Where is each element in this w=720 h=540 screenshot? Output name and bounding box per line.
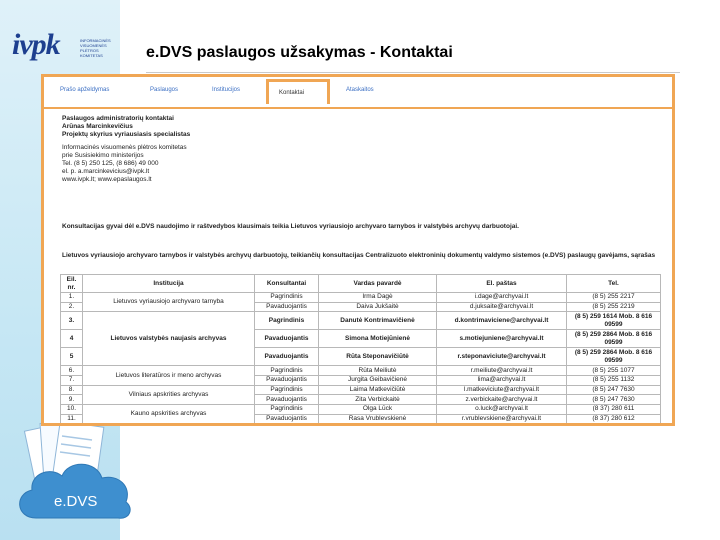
cell-phone: (8 5) 259 2864 Mob. 8 616 09599	[566, 329, 661, 349]
cell-institution: Lietuvos literatūros ir meno archyvas	[82, 365, 255, 386]
cell-nr: 9.	[60, 394, 83, 406]
cell-nr: 11.	[60, 413, 83, 423]
cell-email[interactable]: i.dage@archyvai.lt	[436, 292, 567, 303]
cell-role: Pagrindinis	[254, 292, 319, 303]
cell-nr: 2.	[60, 301, 83, 313]
cell-name: Zita Verbickaitė	[318, 394, 437, 406]
cell-institution: Kauno apskrities archyvas	[82, 404, 255, 423]
ivpk-logo: ivpk INFORMACINĖS VISUOMENĖS PLĖTROS KOM…	[12, 28, 112, 68]
cell-email[interactable]: s.motiejuniene@archyvai.lt	[436, 329, 567, 349]
cell-nr: 3.	[60, 311, 83, 331]
cell-name: Irma Dagė	[318, 292, 437, 303]
table-row: 8. Vilniaus apskrities archyvas Pagrindi…	[60, 384, 661, 406]
cell-role: Pavaduojantis	[254, 301, 319, 313]
cell-nr: 5	[60, 347, 83, 367]
cell-email[interactable]: r.vrublevskiene@archyvai.lt	[436, 413, 567, 423]
cell-phone: (8 5) 259 2864 Mob. 8 616 09599	[566, 347, 661, 367]
table-row: 3. Lietuvos valstybės naujasis archyvas …	[60, 311, 661, 367]
cell-email[interactable]: z.verbickaite@archyvai.lt	[436, 394, 567, 406]
logo-wordmark: ivpk	[12, 28, 61, 61]
cell-phone: (8 5) 255 1077	[566, 365, 661, 377]
cell-phone: (8 5) 259 1614 Mob. 8 616 09599	[566, 311, 661, 331]
cell-phone: (8 5) 247 7630	[566, 394, 661, 406]
header-nr: Eil. nr.	[60, 274, 83, 293]
cloud-label: e.DVS	[54, 493, 97, 510]
table-header-row: Eil. nr. Institucija Konsultantai Vardas…	[60, 274, 661, 293]
cell-nr: 6.	[60, 365, 83, 377]
contact-phone: Tel. (8 5) 250 125, (8 686) 49 000	[62, 160, 159, 168]
contact-org-line1: Informacinės visuomenės plėtros komiteta…	[62, 143, 187, 151]
cell-phone: (8 5) 255 2219	[566, 301, 661, 313]
slide-title: e.DVS paslaugos užsakymas - Kontaktai	[146, 44, 453, 61]
cell-email[interactable]: d.juksaite@archyvai.lt	[436, 301, 567, 313]
table-row: 10. Kauno apskrities archyvas Pagrindini…	[60, 404, 661, 423]
cell-role: Pagrindinis	[254, 311, 319, 331]
cell-role: Pagrindinis	[254, 365, 319, 377]
cell-institution: Vilniaus apskrities archyvas	[82, 384, 255, 406]
tab-institucijos[interactable]: Institucijos	[212, 87, 240, 93]
screenshot-frame: Prašo apželdymas Paslaugos Institucijos …	[41, 74, 675, 426]
header-phone: Tel.	[566, 274, 661, 293]
cell-name: Rasa Vrublevskienė	[318, 413, 437, 423]
cell-name: Rūta Meiliutė	[318, 365, 437, 377]
cell-name: Danutė Kontrimavičienė	[318, 311, 437, 331]
cell-email[interactable]: r.meiliute@archyvai.lt	[436, 365, 567, 377]
cell-name: Jurgita Geibavičienė	[318, 375, 437, 386]
cell-role: Pavaduojantis	[254, 394, 319, 406]
cell-institution: Lietuvos valstybės naujasis archyvas	[82, 311, 255, 367]
consultation-note: Konsultacijas gyvai dėl e.DVS naudojimo …	[62, 223, 519, 230]
header-institution: Institucija	[82, 274, 255, 293]
title-divider	[146, 72, 680, 73]
cell-nr: 1.	[60, 292, 83, 303]
cell-email[interactable]: r.steponaviciute@archyvai.lt	[436, 347, 567, 367]
contacts-heading: Paslaugos administratorių kontaktai	[62, 115, 174, 122]
table-row: 1. Lietuvos vyriausiojo archyvaro tarnyb…	[60, 291, 661, 313]
header-email: El. paštas	[436, 274, 567, 293]
contact-web-links[interactable]: www.ivpk.lt; www.epaslaugos.lt	[62, 176, 190, 184]
cell-email[interactable]: lima@archyvai.lt	[436, 375, 567, 386]
cell-phone: (8 37) 280 611	[566, 404, 661, 415]
cell-phone: (8 5) 255 2217	[566, 292, 661, 303]
contact-name: Arūnas Marcinkevičius	[62, 123, 133, 131]
cell-role: Pavaduojantis	[254, 375, 319, 386]
cell-role: Pavaduojantis	[254, 329, 319, 349]
cell-phone: (8 37) 280 612	[566, 413, 661, 423]
cell-role: Pavaduojantis	[254, 347, 319, 367]
cell-role: Pavaduojantis	[254, 413, 319, 423]
tab-paslaugos[interactable]: Paslaugos	[150, 87, 178, 93]
consultants-table: Eil. nr. Institucija Konsultantai Vardas…	[60, 274, 661, 423]
cell-role: Pagrindinis	[254, 384, 319, 396]
cell-name: Daiva Jukšaitė	[318, 301, 437, 313]
cell-email[interactable]: o.luck@archyvai.lt	[436, 404, 567, 415]
cell-name: Rūta Steponavičiūtė	[318, 347, 437, 367]
edvs-cloud-illustration: e.DVS	[19, 420, 131, 519]
consultants-list-intro: Lietuvos vyriausiojo archyvaro tarnybos …	[62, 252, 656, 259]
logo-side-text: INFORMACINĖS VISUOMENĖS PLĖTROS KOMITETA…	[80, 38, 111, 58]
cell-phone: (8 5) 255 1132	[566, 375, 661, 386]
cell-phone: (8 5) 247 7630	[566, 384, 661, 396]
cell-nr: 4	[60, 329, 83, 349]
table-row: 6. Lietuvos literatūros ir meno archyvas…	[60, 365, 661, 386]
contact-position: Projektų skyrius vyriausiasis specialist…	[62, 131, 191, 139]
cell-nr: 8.	[60, 384, 83, 396]
cell-name: Laima Matkevičiūtė	[318, 384, 437, 396]
tab-kontaktai[interactable]: Kontaktai	[266, 79, 330, 104]
cell-role: Pagrindinis	[254, 404, 319, 415]
contact-org-line2: prie Susisiekimo ministerijos	[62, 151, 144, 159]
header-consultants: Konsultantai	[254, 274, 319, 293]
cell-email[interactable]: l.matkeviciute@archyvai.lt	[436, 384, 567, 396]
tab-bar: Prašo apželdymas Paslaugos Institucijos …	[44, 77, 672, 109]
cell-name: Olga Lūck	[318, 404, 437, 415]
cell-nr: 7.	[60, 375, 83, 386]
cell-name: Simona Motiejūnienė	[318, 329, 437, 349]
cell-nr: 10.	[60, 404, 83, 415]
tab-ataskaitos[interactable]: Ataskaitos	[346, 87, 374, 93]
admin-contacts: Paslaugos administratorių kontaktai Arūn…	[62, 115, 190, 185]
tab-prasymai[interactable]: Prašo apželdymas	[60, 87, 109, 93]
header-name: Vardas pavardė	[318, 274, 437, 293]
contact-email[interactable]: el. p. a.marcinkevicius@ivpk.lt	[62, 168, 190, 176]
cell-email[interactable]: d.kontrimaviciene@archyvai.lt	[436, 311, 567, 331]
cell-institution: Lietuvos vyriausiojo archyvaro tarnyba	[82, 291, 255, 313]
